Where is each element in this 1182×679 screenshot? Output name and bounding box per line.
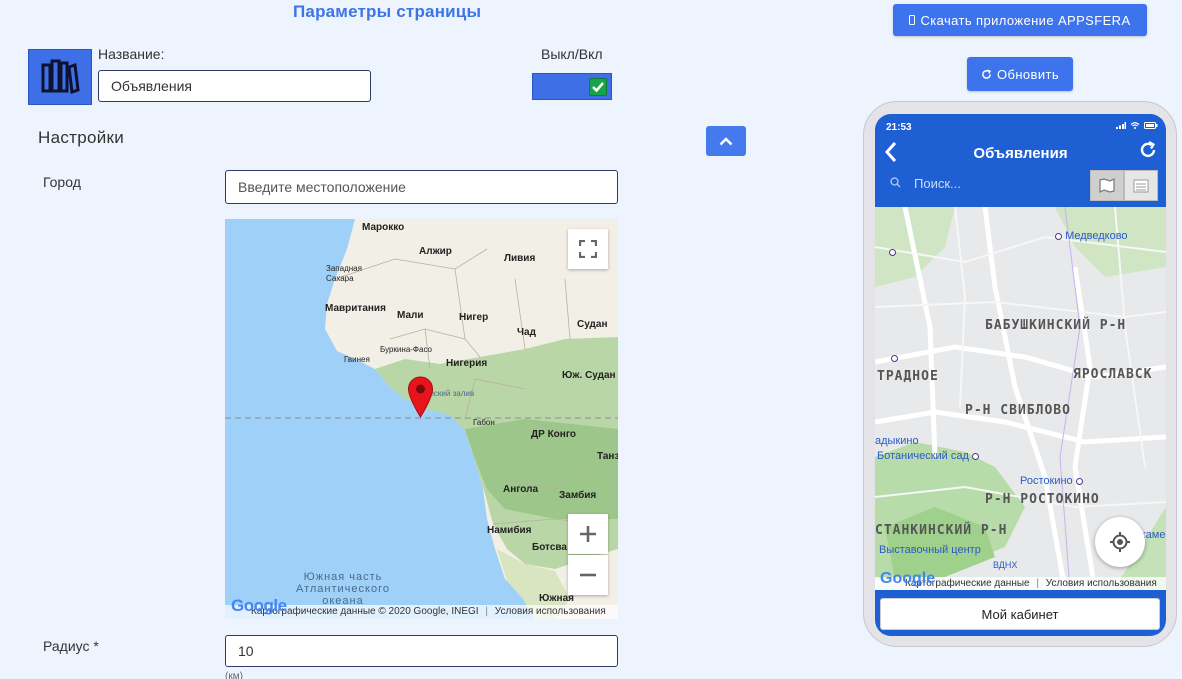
district-otradnoe: ТРАДНОЕ	[877, 369, 939, 384]
map-label-drc: ДР Конго	[531, 429, 576, 440]
refresh-button[interactable]: Обновить	[967, 57, 1073, 91]
map-label-burkina: Буркина-Фасо	[380, 345, 433, 354]
map-label-exhibition: Выставочный центр	[879, 544, 981, 556]
settings-heading: Настройки	[38, 128, 125, 147]
district-rostokino: Р-Н РОСТОКИНО	[985, 492, 1100, 507]
phone-preview: 21:53 Объявления Поиск... Медведково БАБ…	[863, 101, 1177, 647]
list-icon	[1133, 179, 1149, 192]
signal-icon	[1116, 122, 1126, 129]
map-label-gabon: Габон	[473, 418, 495, 427]
minus-icon	[580, 573, 596, 577]
map-view-button[interactable]	[1090, 170, 1124, 201]
reload-icon[interactable]	[1138, 140, 1158, 160]
phone-header: Объявления	[875, 138, 1166, 170]
map-label-namibia: Намибия	[487, 525, 532, 536]
phone-map-terms[interactable]: Условия использования	[1046, 578, 1157, 589]
map-label-tanzania: Танз	[597, 451, 618, 462]
district-sviblovo: Р-Н СВИБЛОВО	[965, 403, 1071, 418]
phone-status-bar: 21:53	[875, 114, 1166, 138]
map-label-botswana: Ботсва	[532, 542, 567, 553]
check-icon	[589, 78, 607, 96]
map-label-nigeria: Нигерия	[446, 358, 488, 369]
locate-me-button[interactable]	[1095, 517, 1145, 567]
map-terms-link[interactable]: Условия использования	[495, 606, 606, 617]
download-app-button[interactable]: Скачать приложение APPSFERA	[893, 4, 1147, 36]
map-label-zambia: Замбия	[559, 490, 597, 501]
radius-label: Радиус *	[43, 638, 99, 654]
phone-screen: 21:53 Объявления Поиск... Медведково БАБ…	[875, 114, 1166, 636]
search-icon	[890, 177, 901, 188]
map-label-mauritania: Мавритания	[325, 303, 386, 314]
map-label-morocco: Марокко	[362, 222, 405, 233]
scroll-up-button[interactable]	[706, 126, 746, 156]
radius-input[interactable]	[225, 635, 618, 667]
my-cabinet-button[interactable]: Мой кабинет	[880, 598, 1160, 630]
map-label-mali: Мали	[397, 310, 424, 321]
map-label-rostokino-station: Ростокино	[1020, 475, 1083, 487]
enable-toggle[interactable]	[532, 73, 612, 100]
map-icon	[1099, 178, 1115, 193]
map-label-niger: Нигер	[459, 312, 489, 323]
name-label: Название:	[98, 46, 165, 62]
map-label-ocean: Южная часть Атлантического океана	[296, 571, 390, 607]
name-input[interactable]	[98, 70, 371, 102]
phone-search-placeholder: Поиск...	[914, 176, 961, 191]
map-label-guinea: Гвинея	[344, 355, 370, 364]
map-label-south-sudan: Юж. Судан	[562, 370, 616, 381]
status-time: 21:53	[886, 122, 912, 133]
radius-hint: (км)	[225, 671, 243, 679]
wifi-icon	[1130, 122, 1140, 129]
view-toggle	[1090, 170, 1158, 201]
map-label-angola: Ангола	[503, 484, 539, 495]
map-label-libya: Ливия	[504, 253, 536, 264]
map-label-medvedkovo: Медведково	[1055, 230, 1128, 242]
city-label: Город	[43, 174, 81, 190]
map-label-western-sahara: Западная Сахара	[326, 264, 362, 283]
fullscreen-button[interactable]	[568, 229, 608, 269]
district-ostankinsky: СТАНКИНСКИЙ Р-Н	[875, 523, 1008, 538]
map-label-vladykino: адыкино	[875, 435, 919, 447]
map-label-chad: Чад	[517, 327, 536, 338]
fullscreen-icon	[579, 240, 597, 258]
refresh-icon	[982, 68, 992, 79]
map-dot-2	[891, 352, 898, 364]
phone-map[interactable]: Медведково БАБУШКИНСКИЙ Р-Н ТРАДНОЕ ЯРОС…	[875, 207, 1166, 590]
city-input[interactable]	[225, 170, 618, 204]
list-view-button[interactable]	[1124, 170, 1158, 201]
mobile-icon	[909, 15, 916, 25]
zoom-out-button[interactable]	[568, 555, 608, 595]
map-marker-icon[interactable]	[407, 376, 434, 423]
map-label-vdnh: ВДНХ	[993, 560, 1018, 570]
map-dot-1	[889, 246, 896, 258]
battery-icon	[1144, 122, 1158, 129]
crosshair-icon	[1110, 532, 1130, 552]
zoom-in-button[interactable]	[568, 514, 608, 554]
toggle-label: Выкл/Вкл	[541, 46, 603, 62]
map-label-algeria: Алжир	[419, 246, 452, 257]
chevron-up-icon	[719, 136, 733, 145]
books-icon	[41, 59, 80, 95]
phone-title: Объявления	[973, 145, 1068, 162]
google-logo: Google	[231, 596, 287, 615]
page-title: Параметры страницы	[293, 2, 482, 21]
plus-icon	[580, 526, 596, 542]
location-map[interactable]: Марокко Алжир Ливия Западная Сахара Мавр…	[225, 219, 618, 619]
phone-google-logo: Google	[880, 570, 936, 587]
district-babushkinsky: БАБУШКИНСКИЙ Р-Н	[985, 318, 1127, 333]
map-label-botanical: Ботанический сад	[877, 450, 979, 462]
app-icon[interactable]	[28, 49, 92, 105]
map-label-sudan: Судан	[577, 319, 608, 330]
district-yaroslavsky: ЯРОСЛАВСК	[1073, 367, 1153, 382]
